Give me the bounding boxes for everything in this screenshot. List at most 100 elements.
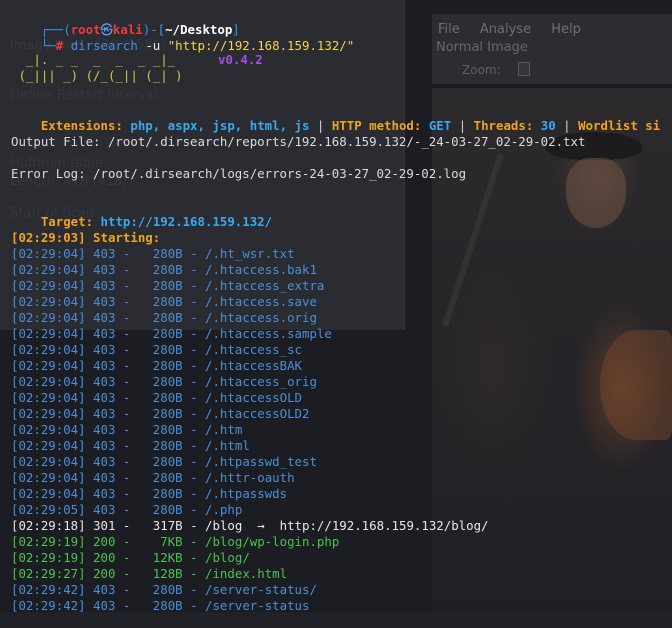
result-code: 403: [93, 422, 116, 437]
result-spacer: -: [115, 438, 153, 453]
result-code: 403: [93, 278, 116, 293]
extensions-value: php, aspx, jsp, html, js: [130, 118, 310, 133]
result-path: /server-status: [205, 598, 310, 613]
result-path: /.php: [205, 502, 243, 517]
result-row: [02:29:04] 403 - 280B - /.ht_wsr.txt: [11, 246, 295, 262]
result-row: [02:29:42] 403 - 280B - /server-status/: [11, 582, 317, 598]
result-spacer: -: [182, 470, 206, 485]
result-spacer: -: [182, 438, 206, 453]
result-code: 403: [93, 406, 116, 421]
command-url: "http://192.168.159.132/": [167, 38, 355, 53]
result-size: 280B: [152, 342, 183, 357]
result-spacer: -: [115, 278, 153, 293]
extensions-label: Extensions:: [40, 118, 123, 133]
result-code: 403: [93, 358, 116, 373]
result-path: /.httr-oauth: [205, 470, 295, 485]
command-flag: -u: [145, 38, 161, 53]
result-code: 403: [93, 374, 116, 389]
result-size: 12KB: [152, 550, 183, 565]
result-spacer: -: [182, 518, 206, 533]
result-time: [02:29:19]: [11, 534, 86, 549]
result-spacer: -: [115, 470, 153, 485]
result-spacer: -: [182, 326, 206, 341]
result-path: /.htaccessOLD2: [205, 406, 310, 421]
result-spacer: -: [115, 310, 153, 325]
result-path: /blog: [205, 518, 243, 533]
result-spacer: -: [182, 598, 206, 613]
result-code: 403: [93, 326, 116, 341]
separator: |: [458, 118, 467, 133]
version-text: v0.4.2: [218, 52, 263, 67]
result-code: 403: [93, 598, 116, 613]
result-path: /.htaccess.orig: [205, 310, 317, 325]
result-spacer: -: [115, 422, 153, 437]
result-size: 7KB: [160, 534, 183, 549]
result-path: /blog/: [205, 550, 250, 565]
prompt-line: ┌──(root㉿kali)-[~/Desktop]: [11, 6, 240, 37]
result-time: [02:29:04]: [11, 294, 86, 309]
result-size: 280B: [152, 454, 183, 469]
result-spacer: -: [115, 374, 153, 389]
result-spacer: -: [182, 310, 206, 325]
result-code: 403: [93, 454, 116, 469]
result-row: [02:29:04] 403 - 280B - /.htaccessOLD: [11, 390, 302, 406]
result-size: 280B: [152, 598, 183, 613]
result-row: [02:29:04] 403 - 280B - /.httr-oauth: [11, 470, 295, 486]
result-time: [02:29:04]: [11, 342, 86, 357]
result-spacer: -: [182, 406, 206, 421]
result-code: 403: [93, 294, 116, 309]
result-size: 128B: [152, 566, 183, 581]
result-spacer: -: [115, 390, 153, 405]
result-code: 403: [93, 310, 116, 325]
result-size: 280B: [152, 390, 183, 405]
result-redirect[interactable]: → http://192.168.159.132/blog/: [257, 518, 488, 533]
result-path: /.ht_wsr.txt: [205, 246, 295, 261]
starting-line: [02:29:03] Starting:: [11, 230, 161, 245]
result-spacer: -: [115, 246, 153, 261]
result-row: [02:29:18] 301 - 317B - /blog → http://1…: [11, 518, 489, 534]
result-size: 280B: [152, 406, 183, 421]
result-row: [02:29:04] 403 - 280B - /.htaccessOLD2: [11, 406, 309, 422]
result-time: [02:29:42]: [11, 598, 86, 613]
result-spacer: -: [115, 486, 153, 501]
result-path: /.htaccess_extra: [205, 278, 325, 293]
result-path: /index.html: [205, 566, 288, 581]
result-spacer: -: [115, 566, 153, 581]
result-row: [02:29:04] 403 - 280B - /.htaccess.save: [11, 294, 317, 310]
result-size: 280B: [152, 374, 183, 389]
result-size: 280B: [152, 278, 183, 293]
error-log-line: Error Log: /root/.dirsearch/logs/errors-…: [11, 166, 467, 181]
result-row: [02:29:04] 403 - 280B - /.htpasswds: [11, 486, 287, 502]
result-time: [02:29:04]: [11, 246, 86, 261]
result-spacer: -: [182, 342, 206, 357]
result-spacer: -: [182, 534, 206, 549]
result-time: [02:29:04]: [11, 278, 86, 293]
result-spacer: -: [115, 598, 153, 613]
result-spacer: -: [182, 262, 206, 277]
command-line[interactable]: └─# dirsearch -u "http://192.168.159.132…: [11, 22, 354, 53]
threads-label: Threads:: [473, 118, 534, 133]
result-row: [02:29:04] 403 - 280B - /.htpasswd_test: [11, 454, 317, 470]
command-name: dirsearch: [70, 38, 138, 53]
result-spacer: -: [182, 390, 206, 405]
result-row: [02:29:05] 403 - 280B - /.php: [11, 502, 242, 518]
result-size: 280B: [152, 422, 183, 437]
terminal[interactable]: ┌──(root㉿kali)-[~/Desktop] └─# dirsearch…: [0, 0, 672, 628]
result-row: [02:29:04] 403 - 280B - /.htaccess_extra: [11, 278, 324, 294]
result-spacer: -: [115, 502, 153, 517]
result-size: 280B: [152, 262, 183, 277]
result-path: /.htaccess_orig: [205, 374, 317, 389]
result-time: [02:29:18]: [11, 518, 86, 533]
result-spacer: -: [182, 454, 206, 469]
result-spacer: -: [182, 358, 206, 373]
result-size: 280B: [152, 326, 183, 341]
result-path: /.htaccessOLD: [205, 390, 302, 405]
result-code: 403: [93, 246, 116, 261]
prompt-hash: #: [55, 38, 64, 53]
result-time: [02:29:42]: [11, 582, 86, 597]
result-code: 403: [93, 262, 116, 277]
result-spacer: -: [182, 582, 206, 597]
result-time: [02:29:27]: [11, 566, 86, 581]
config-line: Extensions: php, aspx, jsp, html, js | H…: [11, 102, 660, 133]
method-value: GET: [428, 118, 452, 133]
